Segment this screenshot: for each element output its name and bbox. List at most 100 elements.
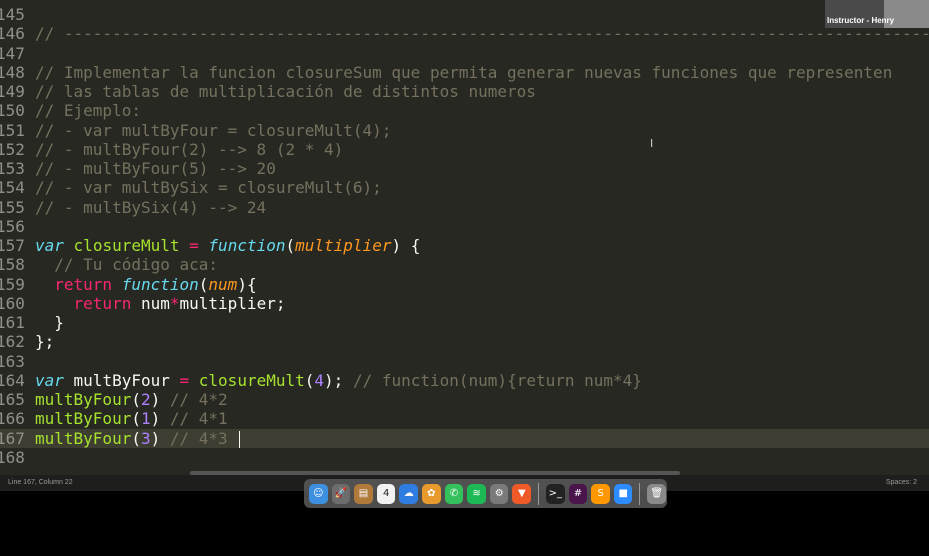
spotify-icon[interactable]: ≋ <box>467 483 486 504</box>
code-token: ( <box>131 428 141 448</box>
code-token: ( <box>131 409 141 429</box>
code-line[interactable]: 146 // ----------------------------------… <box>0 24 929 43</box>
code-line[interactable]: 162}; <box>0 332 929 351</box>
text-cursor-icon: I <box>650 137 654 150</box>
line-number: 152 <box>0 139 25 159</box>
code-token: ) <box>150 428 170 448</box>
code-token: closureMult <box>73 236 180 255</box>
code-line[interactable]: 161 } <box>0 313 929 332</box>
code-token: = <box>179 236 209 255</box>
code-token: 4 <box>314 370 325 390</box>
code-token: // - multByFour(2) --> 8 (2 * 4) <box>35 139 344 159</box>
code-token: multiplier <box>295 236 392 255</box>
messages-icon[interactable]: ☁ <box>399 483 419 504</box>
webcam-label: Instructor - Henry <box>827 16 895 25</box>
photos-icon[interactable]: ✿ <box>422 483 441 504</box>
code-text: // - multByFour(2) --> 8 (2 * 4) <box>35 140 343 159</box>
code-line[interactable]: 145 <box>0 5 929 24</box>
notes-icon[interactable]: ▤ <box>354 483 373 504</box>
code-token: 1 <box>140 409 151 429</box>
code-line[interactable]: 164 var multByFour = closureMult(4); // f… <box>0 371 929 390</box>
code-line[interactable]: 160 return num*multiplier; <box>0 294 929 313</box>
webcam-overlay: Instructor - Henry <box>825 0 929 28</box>
brave-icon[interactable]: ▼ <box>512 483 532 504</box>
text-caret <box>239 430 241 448</box>
line-number: 163 <box>0 351 25 371</box>
code-text: // - var multBySix = closureMult(6); <box>35 178 382 197</box>
finder-icon[interactable]: ☺ <box>309 483 328 504</box>
code-token: // - multBySix(4) --> 24 <box>35 197 267 217</box>
code-token: // 4*2 <box>169 390 228 409</box>
calendar-icon[interactable]: 4 <box>376 483 396 504</box>
dock-separator <box>639 482 641 505</box>
code-token: 3 <box>140 428 151 448</box>
code-line[interactable]: 149 // las tablas de multiplicación de di… <box>0 82 929 101</box>
code-token: multByFour <box>35 409 132 429</box>
code-line[interactable]: 159 return function(num){ <box>0 275 929 294</box>
code-token: }; <box>35 332 55 352</box>
line-number: 160 <box>0 293 25 313</box>
whatsapp-icon[interactable]: ✆ <box>444 483 464 504</box>
code-token: ) <box>150 390 170 409</box>
code-line[interactable]: 153 // - multByFour(5) --> 20 <box>0 159 929 178</box>
code-text: } <box>35 313 64 332</box>
code-line[interactable]: 147 <box>0 44 929 63</box>
settings-icon[interactable]: ⚙ <box>489 483 509 504</box>
code-line[interactable]: 156 <box>0 217 929 236</box>
indentation-setting[interactable]: Spaces: 2 <box>886 475 917 491</box>
code-token: // Tu código aca: <box>35 255 219 275</box>
line-number: 166 <box>0 409 25 429</box>
code-line[interactable]: 163 <box>0 352 929 371</box>
code-line[interactable]: 151 // - var multByFour = closureMult(4); <box>0 121 929 140</box>
code-token: ) <box>150 409 170 429</box>
sublime-icon[interactable]: S <box>591 483 610 504</box>
line-number: 165 <box>0 390 25 409</box>
code-token: ) { <box>391 236 421 255</box>
code-token: 2 <box>140 390 151 409</box>
code-token: var <box>35 370 64 390</box>
code-text: // - var multByFour = closureMult(4); <box>35 121 391 140</box>
code-text: // -------------------------------------… <box>35 24 929 43</box>
line-number: 151 <box>0 120 25 140</box>
terminal-icon[interactable]: >_ <box>546 483 565 504</box>
code-text: return function(num){ <box>35 274 257 294</box>
code-text: multByFour(2) // 4*2 <box>35 390 228 409</box>
code-line[interactable]: 168 <box>0 448 929 467</box>
line-number: 154 <box>0 178 25 198</box>
code-token: return <box>54 274 113 294</box>
code-token: multByFour <box>35 390 132 409</box>
trash-icon[interactable]: 🗑 <box>647 483 667 504</box>
code-line[interactable]: 148 // Implementar la funcion closureSum … <box>0 63 929 82</box>
code-token: // -------------------------------------… <box>35 24 929 44</box>
code-token: ){ <box>237 274 257 294</box>
code-line[interactable]: 154 // - var multBySix = closureMult(6); <box>0 178 929 197</box>
line-number: 157 <box>0 236 25 255</box>
code-line[interactable]: 166 multByFour(1) // 4*1 <box>0 409 929 428</box>
code-token: return <box>73 293 132 313</box>
code-token: num <box>131 293 170 313</box>
code-token: // - multByFour(5) --> 20 <box>35 159 276 178</box>
code-line[interactable]: 152 // - multByFour(2) --> 8 (2 * 4) <box>0 140 929 159</box>
code-text: // Implementar la funcion closureSum que… <box>35 63 892 82</box>
zoom-icon[interactable]: ■ <box>613 483 633 504</box>
line-number: 149 <box>0 82 25 101</box>
line-number: 145 <box>0 5 25 24</box>
code-line[interactable]: 167 multByFour(3) // 4*3 <box>0 428 929 448</box>
code-token: // Implementar la funcion closureSum que… <box>35 62 893 82</box>
code-text: // Ejemplo: <box>35 101 141 120</box>
code-token: // las tablas de multiplicación de disti… <box>35 82 536 101</box>
code-text: // Tu código aca: <box>35 255 218 274</box>
code-editor[interactable]: 145 146 // -------------------------------… <box>0 0 929 475</box>
launchpad-icon[interactable]: 🚀 <box>331 483 351 504</box>
code-line[interactable]: 157 var closureMult = function(multiplier… <box>0 236 929 255</box>
slack-icon[interactable]: # <box>568 483 588 504</box>
code-line[interactable]: 155 // - multBySix(4) --> 24 <box>0 198 929 217</box>
code-line[interactable]: 150 // Ejemplo: <box>0 101 929 120</box>
line-number: 161 <box>0 313 25 332</box>
code-line[interactable]: 158 // Tu código aca: <box>0 255 929 274</box>
line-number: 156 <box>0 216 25 236</box>
code-token: // 4*3 <box>169 428 238 448</box>
code-line[interactable]: 165 multByFour(2) // 4*2 <box>0 390 929 409</box>
